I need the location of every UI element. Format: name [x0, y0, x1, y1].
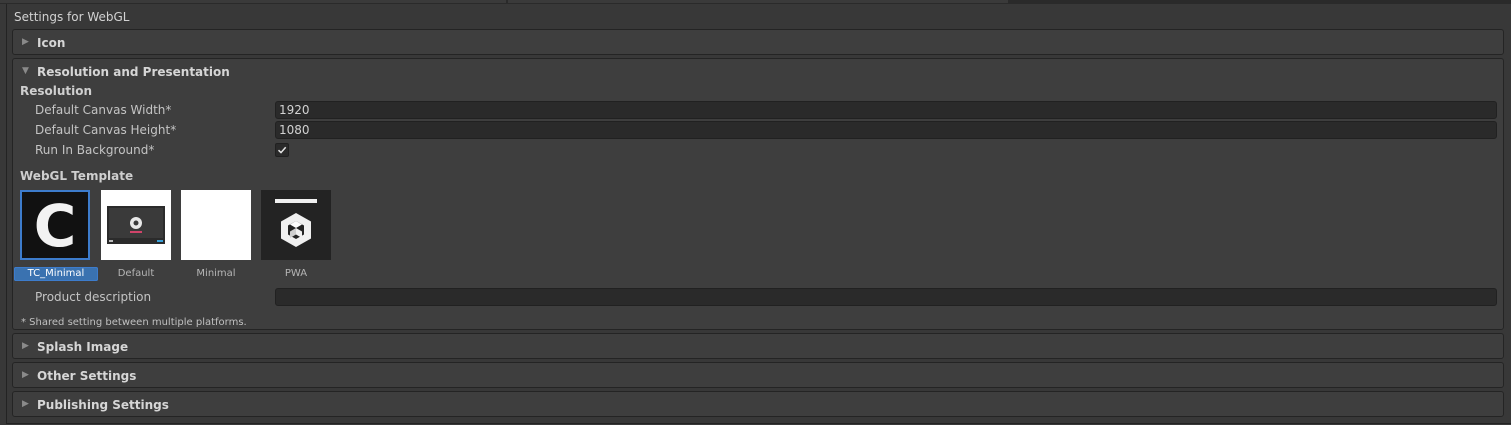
- section-header[interactable]: ▼ Resolution and Presentation: [13, 59, 1503, 84]
- resolution-heading: Resolution: [20, 84, 93, 98]
- product-description-label: Product description: [35, 290, 152, 304]
- section-header[interactable]: ▶ Icon: [13, 30, 1503, 55]
- foldout-collapsed-icon[interactable]: ▶: [22, 400, 34, 409]
- section-publishing-settings[interactable]: ▶ Publishing Settings: [12, 391, 1504, 417]
- template-thumbnail-default[interactable]: [101, 190, 171, 260]
- section-icon[interactable]: ▶ Icon: [12, 29, 1504, 55]
- tab-strip-segment: [0, 0, 506, 3]
- foldout-collapsed-icon[interactable]: ▶: [22, 342, 34, 351]
- letter-c-thumbnail-icon: C: [22, 192, 88, 260]
- section-title: Publishing Settings: [37, 397, 169, 412]
- canvas-height-label: Default Canvas Height*: [35, 123, 177, 137]
- section-header[interactable]: ▶ Publishing Settings: [13, 392, 1503, 417]
- foldout-expanded-icon[interactable]: ▼: [22, 67, 34, 76]
- section-title: Other Settings: [37, 368, 137, 383]
- default-template-thumbnail-icon: [101, 190, 171, 260]
- svg-text:C: C: [34, 192, 77, 258]
- webgl-template-heading: WebGL Template: [20, 169, 134, 183]
- canvas-height-field[interactable]: 1080: [275, 121, 1497, 139]
- template-label-tc-minimal[interactable]: TC_Minimal: [14, 267, 98, 281]
- section-title: Splash Image: [37, 339, 129, 354]
- template-label-default[interactable]: Default: [94, 267, 178, 281]
- template-thumbnail-pwa[interactable]: [261, 190, 331, 260]
- template-label-minimal[interactable]: Minimal: [174, 267, 258, 281]
- section-other-settings[interactable]: ▶ Other Settings: [12, 362, 1504, 388]
- template-label-pwa[interactable]: PWA: [254, 267, 338, 281]
- run-in-background-label: Run In Background*: [35, 143, 155, 157]
- template-thumbnail-minimal[interactable]: [181, 190, 251, 260]
- product-description-field[interactable]: [275, 288, 1497, 306]
- run-in-background-checkbox[interactable]: [275, 143, 289, 157]
- page-title: Settings for WebGL: [14, 10, 130, 24]
- shared-setting-footnote: * Shared setting between multiple platfo…: [21, 317, 247, 328]
- template-thumbnail-tc-minimal[interactable]: C: [20, 190, 90, 260]
- section-title: Icon: [37, 35, 66, 50]
- unity-logo-thumbnail-icon: [261, 190, 331, 260]
- section-header[interactable]: ▶ Other Settings: [13, 363, 1503, 388]
- section-resolution-presentation: ▼ Resolution and Presentation Resolution…: [12, 58, 1504, 330]
- blank-white-thumbnail-icon: [181, 190, 251, 260]
- section-splash-image[interactable]: ▶ Splash Image: [12, 333, 1504, 359]
- canvas-width-label: Default Canvas Width*: [35, 103, 172, 117]
- section-title: Resolution and Presentation: [37, 64, 230, 79]
- section-header[interactable]: ▶ Splash Image: [13, 334, 1503, 359]
- checkmark-icon: [277, 146, 287, 154]
- foldout-collapsed-icon[interactable]: ▶: [22, 38, 34, 47]
- canvas-width-field[interactable]: 1920: [275, 101, 1497, 119]
- tab-strip-segment: [508, 0, 1008, 3]
- foldout-collapsed-icon[interactable]: ▶: [22, 371, 34, 380]
